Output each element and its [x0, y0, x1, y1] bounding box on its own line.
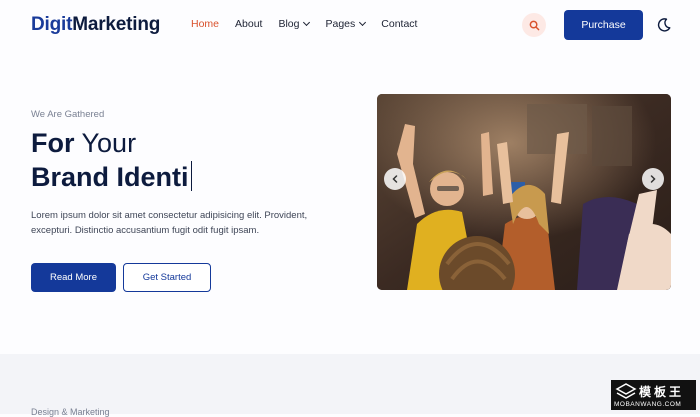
main-nav: Home About Blog Pages Contact [191, 18, 433, 30]
next-section [0, 354, 700, 414]
nav-about[interactable]: About [235, 18, 262, 30]
nav-blog[interactable]: Blog [278, 18, 311, 30]
nav-pages-label: Pages [325, 18, 356, 30]
hero-heading-rest: Your [74, 128, 137, 158]
hero-heading-line1: For Your [31, 126, 192, 160]
purchase-button[interactable]: Purchase [564, 10, 643, 40]
chevron-down-icon [359, 18, 367, 27]
hero-description: Lorem ipsum dolor sit amet consectetur a… [31, 210, 308, 236]
search-icon [529, 20, 539, 30]
typing-cursor [190, 161, 193, 191]
logo-part-digit: Digit [31, 14, 73, 35]
site-watermark: 模板王 MOBANWANG.COM [611, 380, 696, 410]
read-more-button[interactable]: Read More [31, 263, 116, 292]
chevron-left-icon [392, 175, 398, 183]
nav-pages[interactable]: Pages [325, 18, 367, 30]
nav-about-label: About [235, 18, 263, 30]
site-logo[interactable]: DigitMarketing [31, 14, 160, 36]
nav-home[interactable]: Home [191, 18, 219, 30]
watermark-sub: MOBANWANG.COM [614, 401, 682, 408]
get-started-button[interactable]: Get Started [123, 263, 211, 292]
hero-typed-text: Brand Identi [31, 162, 189, 192]
section-eyebrow: Design & Marketing [31, 407, 110, 417]
nav-contact[interactable]: Contact [381, 18, 417, 30]
logo-part-marketing: Marketing [72, 14, 161, 35]
hero-slider-image [377, 94, 671, 290]
chevron-down-icon [303, 18, 311, 27]
slider-next-button[interactable] [642, 168, 664, 190]
moon-icon [657, 18, 671, 32]
hero-heading-line2: Brand Identi [31, 160, 193, 194]
hero-heading-bold: For [31, 128, 75, 158]
slider-prev-button[interactable] [384, 168, 406, 190]
nav-contact-label: Contact [381, 18, 418, 30]
hero-heading: For Your Brand Identi [31, 126, 193, 194]
chevron-right-icon [650, 175, 656, 183]
site-header: DigitMarketing Home About Blog Pages Con… [0, 0, 700, 50]
watermark-logo-icon [615, 383, 637, 399]
celebration-photo [377, 94, 671, 290]
nav-home-label: Home [191, 18, 220, 30]
hero-eyebrow: We Are Gathered [31, 109, 105, 120]
nav-blog-label: Blog [278, 18, 300, 30]
search-button[interactable] [522, 13, 546, 37]
watermark-title: 模板王 [639, 385, 685, 399]
theme-toggle[interactable] [656, 17, 672, 33]
